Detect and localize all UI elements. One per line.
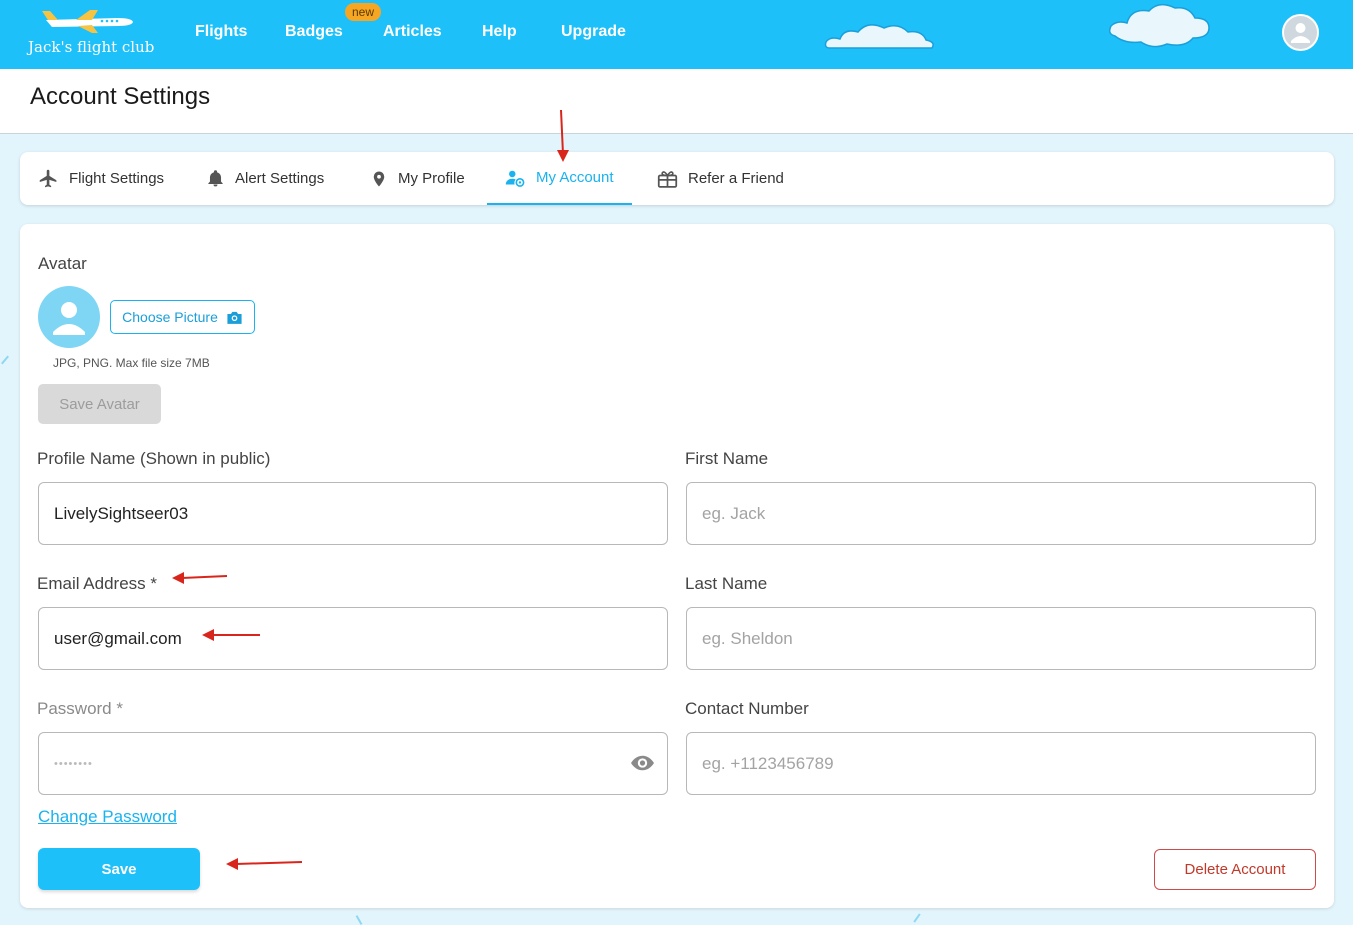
cloud-icon: [824, 24, 934, 49]
password-label: Password *: [37, 699, 123, 718]
contact-number-input[interactable]: eg. +1123456789: [686, 732, 1316, 795]
annotation-arrow-icon: [202, 629, 260, 641]
password-mask: ••••••••: [54, 757, 93, 770]
gift-icon: [657, 170, 678, 188]
airplane-logo-icon: [42, 10, 133, 33]
email-label: Email Address *: [37, 574, 157, 593]
nav-help[interactable]: Help: [482, 23, 517, 41]
background-decoration: [355, 915, 363, 925]
tab-my-profile[interactable]: My Profile: [370, 152, 465, 205]
email-input[interactable]: user@gmail.com: [38, 607, 668, 670]
nav-upgrade[interactable]: Upgrade: [561, 23, 626, 41]
annotation-arrow-icon: [226, 858, 303, 870]
airplane-icon: [39, 169, 57, 188]
nav-articles[interactable]: Articles: [383, 23, 442, 41]
top-navbar: Jack's flight club Flights Badges new Ar…: [0, 0, 1353, 69]
user-avatar-button[interactable]: [1282, 14, 1319, 51]
first-name-input[interactable]: eg. Jack: [686, 482, 1316, 545]
tab-label: Flight Settings: [69, 170, 165, 187]
profile-name-input[interactable]: LivelySightseer03: [38, 482, 668, 545]
tab-alert-settings[interactable]: Alert Settings: [206, 152, 324, 205]
choose-picture-label: Choose Picture: [122, 309, 218, 325]
bell-icon: [208, 170, 223, 187]
nav-badges[interactable]: Badges: [285, 23, 343, 41]
contact-number-label: Contact Number: [685, 699, 809, 718]
user-gear-icon: [505, 170, 525, 187]
user-icon: [53, 302, 85, 335]
delete-account-button[interactable]: Delete Account: [1154, 849, 1316, 890]
brand-name: Jack's flight club: [28, 38, 155, 56]
tab-label: Refer a Friend: [688, 170, 784, 187]
tab-label: My Profile: [398, 170, 465, 187]
user-icon: [1291, 23, 1310, 43]
brand-logo[interactable]: Jack's flight club: [28, 8, 158, 58]
camera-icon: [227, 311, 242, 324]
location-pin-icon: [373, 171, 385, 186]
save-button[interactable]: Save: [38, 848, 200, 890]
cloud-icon: [1108, 3, 1210, 48]
first-name-label: First Name: [685, 449, 769, 468]
annotation-arrow-icon: [172, 572, 228, 584]
avatar-label: Avatar: [38, 254, 87, 273]
profile-name-label: Profile Name (Shown in public): [37, 449, 271, 468]
eye-icon[interactable]: [630, 753, 655, 773]
last-name-input[interactable]: eg. Sheldon: [686, 607, 1316, 670]
background-decoration: [1, 355, 9, 365]
avatar-file-hint: JPG, PNG. Max file size 7MB: [53, 356, 210, 370]
account-form-card: Avatar Choose Picture JPG, PNG. Max file…: [20, 224, 1334, 908]
avatar: [38, 286, 100, 348]
nav-flights[interactable]: Flights: [195, 23, 247, 41]
new-badge: new: [345, 3, 382, 21]
background-decoration: [913, 913, 921, 923]
save-avatar-button[interactable]: Save Avatar: [38, 384, 161, 424]
tab-flight-settings[interactable]: Flight Settings: [38, 152, 164, 205]
last-name-label: Last Name: [685, 574, 768, 593]
tab-refer-a-friend[interactable]: Refer a Friend: [657, 152, 784, 205]
choose-picture-button[interactable]: Choose Picture: [110, 300, 255, 334]
change-password-link[interactable]: Change Password: [38, 807, 177, 827]
password-input[interactable]: ••••••••: [38, 732, 668, 795]
page-title: Account Settings: [30, 83, 211, 110]
tab-label: Alert Settings: [235, 170, 325, 187]
settings-tabs: Flight Settings Alert Settings My Profil…: [20, 152, 1334, 205]
annotation-arrow-icon: [557, 109, 569, 162]
page-header: Account Settings: [0, 69, 1353, 134]
tab-label: My Account: [536, 169, 614, 186]
